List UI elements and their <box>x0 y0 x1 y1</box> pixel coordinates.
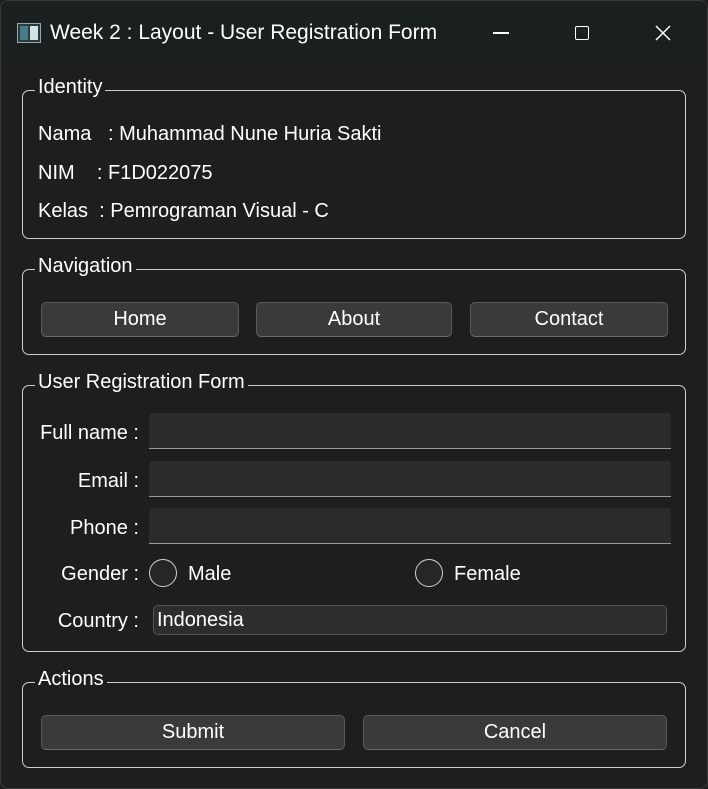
identity-group: Identity Nama : Muhammad Nune Huria Sakt… <box>22 75 686 239</box>
country-label: Country : <box>57 610 139 632</box>
app-window: Week 2 : Layout - User Registration Form… <box>0 0 708 789</box>
full-name-label: Full name : <box>40 422 139 444</box>
registration-form-title: User Registration Form <box>35 370 248 394</box>
country-combobox[interactable]: Indonesia <box>153 605 667 635</box>
minimize-button[interactable] <box>478 13 524 53</box>
registration-form-group: User Registration Form Full name : Email… <box>22 370 686 652</box>
gender-label: Gender : <box>61 563 139 585</box>
gender-male-radio[interactable] <box>149 559 177 587</box>
minimize-icon <box>493 32 509 34</box>
actions-group: Actions Submit Cancel <box>22 667 686 768</box>
contact-button[interactable]: Contact <box>470 302 668 337</box>
full-name-field[interactable] <box>149 413 671 449</box>
cancel-button[interactable]: Cancel <box>363 715 667 750</box>
identity-nim: NIM : F1D022075 <box>38 162 213 184</box>
navigation-group-title: Navigation <box>35 254 136 278</box>
identity-group-title: Identity <box>35 75 106 99</box>
close-button[interactable] <box>640 13 686 53</box>
navigation-group: Navigation Home About Contact <box>22 254 686 355</box>
maximize-button[interactable] <box>559 13 605 53</box>
title-bar: Week 2 : Layout - User Registration Form <box>1 1 707 63</box>
gender-female-label[interactable]: Female <box>454 563 521 586</box>
about-button[interactable]: About <box>256 302 452 337</box>
gender-female-radio[interactable] <box>415 559 443 587</box>
close-icon <box>655 25 671 41</box>
identity-nama: Nama : Muhammad Nune Huria Sakti <box>38 123 382 145</box>
maximize-icon <box>575 26 589 40</box>
email-label: Email : <box>77 470 139 492</box>
phone-label: Phone : <box>70 517 139 539</box>
gender-male-label[interactable]: Male <box>188 563 231 586</box>
window-title: Week 2 : Layout - User Registration Form <box>50 21 438 44</box>
home-button[interactable]: Home <box>41 302 239 337</box>
identity-kelas: Kelas : Pemrograman Visual - C <box>38 200 329 222</box>
phone-field[interactable] <box>149 508 671 544</box>
submit-button[interactable]: Submit <box>41 715 345 750</box>
email-field[interactable] <box>149 461 671 497</box>
app-window-icon <box>17 23 41 43</box>
actions-group-title: Actions <box>35 667 107 691</box>
